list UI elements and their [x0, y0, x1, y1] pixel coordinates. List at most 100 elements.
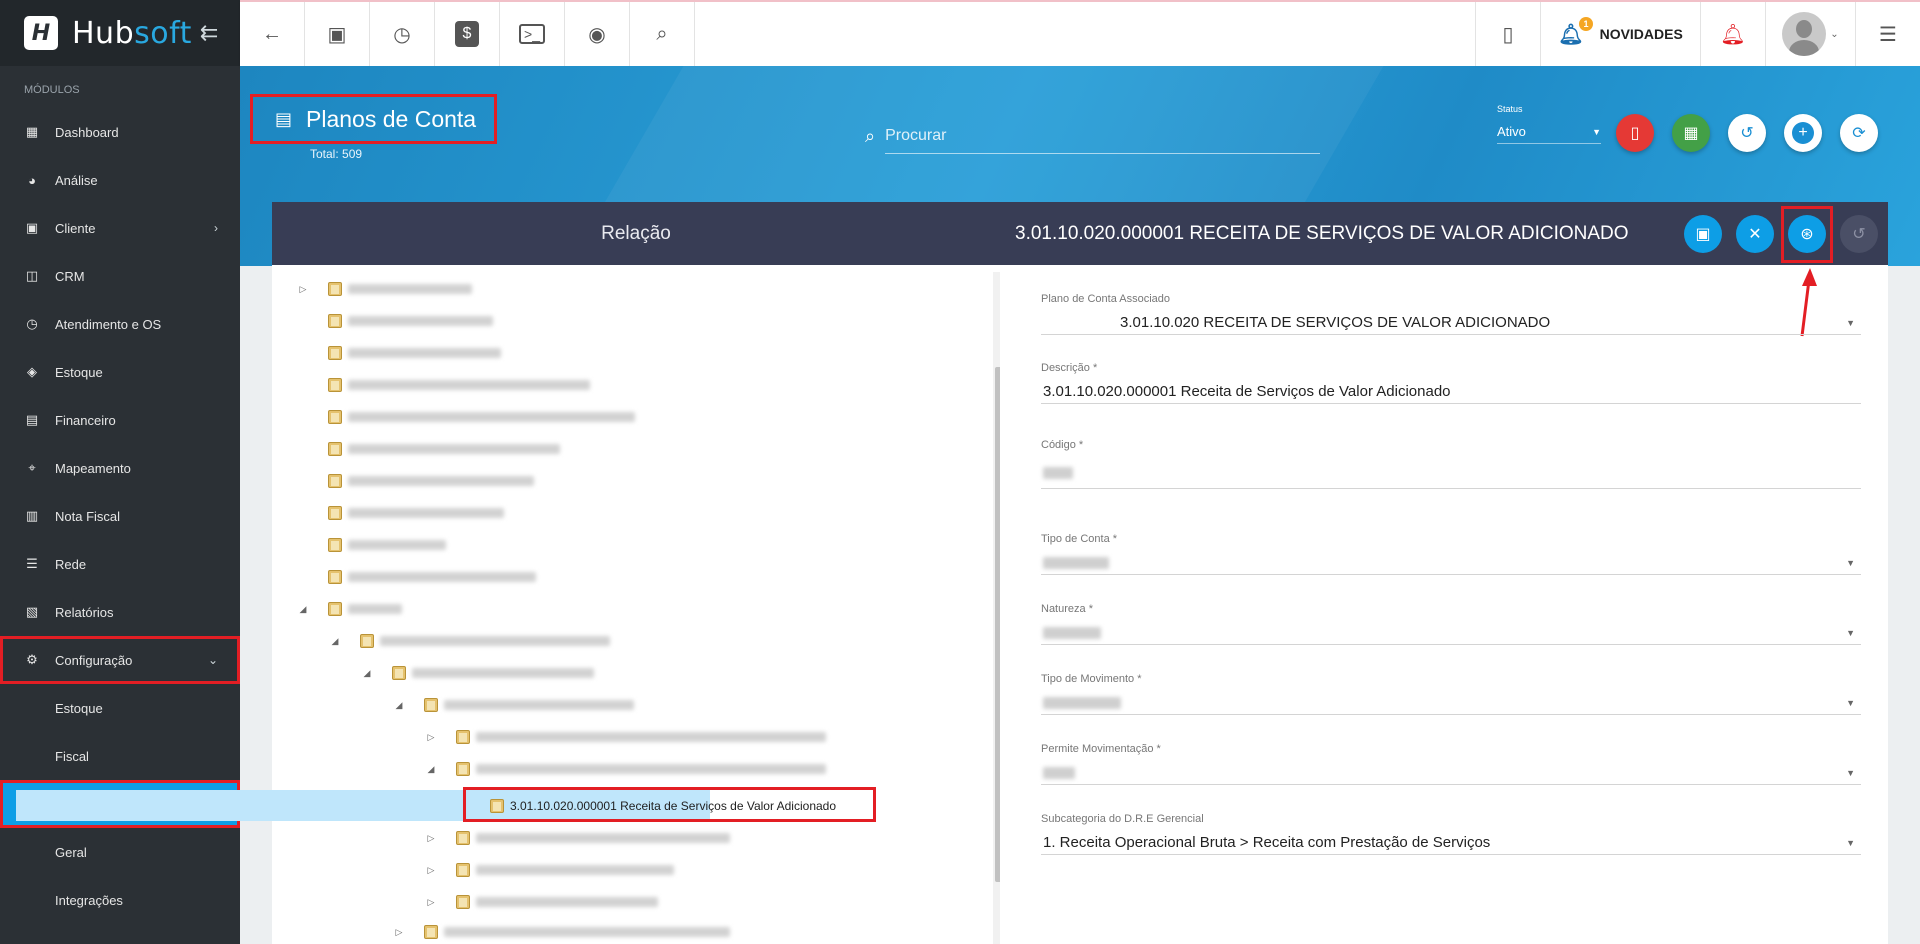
tree-node[interactable] [298, 337, 501, 369]
export-excel-button[interactable]: ▦ [1672, 114, 1710, 152]
natureza-select[interactable]: ▼ [1041, 621, 1861, 645]
back-button[interactable]: ← [240, 2, 305, 66]
sidebar-item-financeiro[interactable]: ▤ Financeiro [0, 396, 240, 444]
calendar-clock-icon: ◷ [26, 316, 38, 331]
expand-icon[interactable]: ▷ [426, 732, 436, 743]
tree-node[interactable]: ▷ [426, 721, 826, 753]
collapse-icon[interactable]: ◢ [426, 764, 436, 775]
history-button[interactable]: ↺ [1840, 215, 1878, 253]
save-button[interactable]: ▣ [1684, 215, 1722, 253]
tree-node[interactable] [298, 305, 493, 337]
sidebar-item-rede[interactable]: ☰ Rede [0, 540, 240, 588]
tree-node[interactable]: ▷ [394, 916, 730, 944]
tree-node[interactable] [298, 529, 446, 561]
blurred-value [1043, 696, 1121, 709]
finance-button[interactable]: $ [435, 2, 500, 66]
tree-node[interactable]: ▷ [426, 886, 658, 918]
tree-node[interactable]: ◢ [330, 625, 610, 657]
sidebar-item-crm[interactable]: ◫ CRM [0, 252, 240, 300]
user-menu[interactable]: ⌄ [1765, 2, 1855, 66]
tree-node[interactable]: ▷ [298, 273, 472, 305]
tree-node[interactable] [298, 369, 590, 401]
sidebar-item-atendimento[interactable]: ◷ Atendimento e OS [0, 300, 240, 348]
tree-node[interactable] [298, 433, 560, 465]
blurred-label [476, 897, 658, 907]
sidebar-item-cliente[interactable]: ▣ Cliente › [0, 204, 240, 252]
expand-icon[interactable]: ▷ [426, 897, 436, 908]
collapse-icon[interactable]: ◢ [330, 636, 340, 647]
permite-movimentacao-select[interactable]: ▼ [1041, 761, 1861, 785]
pdf-icon: ▯ [1630, 125, 1640, 142]
tree-node[interactable]: ◢ [426, 753, 826, 785]
refresh-button[interactable]: ⟳ [1840, 114, 1878, 152]
caret-down-icon: ▼ [1592, 126, 1601, 137]
tree-node[interactable]: ◢ [362, 657, 594, 689]
plano-associado-select[interactable]: 3.01.10.020 RECEITA DE SERVIÇOS DE VALOR… [1041, 311, 1861, 335]
sidebar-sub-estoque[interactable]: Estoque [0, 684, 240, 732]
search-button[interactable]: ⌕ [630, 2, 695, 66]
tree-node[interactable]: ▷ [426, 854, 674, 886]
sidebar-item-nota-fiscal[interactable]: ▥ Nota Fiscal [0, 492, 240, 540]
tree-node[interactable] [298, 465, 534, 497]
refresh-icon: ⟳ [1852, 125, 1866, 142]
menu-button[interactable]: ☰ [1855, 2, 1920, 66]
collapse-icon[interactable]: ◢ [298, 604, 308, 615]
expand-icon[interactable]: ▷ [394, 927, 404, 938]
pdf-button[interactable]: ▯ [1475, 2, 1540, 66]
expand-icon[interactable]: ▷ [426, 865, 436, 876]
chevron-right-icon: › [214, 221, 218, 235]
history-button[interactable]: ↺ [1728, 114, 1766, 152]
sidebar-sub-integracoes[interactable]: Integrações [0, 876, 240, 924]
schedule-button[interactable]: ◷ [370, 2, 435, 66]
cancel-button[interactable]: ✕ [1736, 215, 1774, 253]
codigo-input[interactable] [1041, 457, 1861, 489]
terminal-button[interactable]: >_ [500, 2, 565, 66]
export-pdf-button[interactable]: ▯ [1616, 114, 1654, 152]
blurred-label [444, 700, 634, 710]
tipo-conta-select[interactable]: ▼ [1041, 551, 1861, 575]
box-icon: ◈ [27, 364, 37, 379]
contact-button[interactable]: ▣ [305, 2, 370, 66]
sidebar-item-configuracao[interactable]: ⚙ Configuração ⌄ [0, 636, 240, 684]
selected-node-highlight [463, 787, 876, 822]
eye-icon: ◉ [588, 23, 606, 46]
tree-node[interactable]: ▷ [426, 822, 730, 854]
add-button[interactable]: + [1784, 114, 1822, 152]
calendar-clock-icon: ◷ [393, 23, 411, 46]
expand-icon[interactable]: ▷ [426, 833, 436, 844]
sidebar-item-relatorios[interactable]: ▧ Relatórios [0, 588, 240, 636]
detail-panel-header: 3.01.10.020.000001 RECEITA DE SERVIÇOS D… [1000, 202, 1888, 265]
tree-node[interactable] [298, 401, 635, 433]
tree-node[interactable] [298, 497, 504, 529]
sidebar-item-estoque[interactable]: ◈ Estoque [0, 348, 240, 396]
alarm-bell-icon: 🔔︎ [1720, 23, 1746, 46]
news-button[interactable]: 🔔︎ 1 NOVIDADES [1540, 2, 1700, 66]
kanban-icon: ◫ [25, 268, 39, 283]
view-button[interactable]: ◉ [565, 2, 630, 66]
tipo-movimento-select[interactable]: ▼ [1041, 691, 1861, 715]
blurred-label [476, 732, 826, 742]
sidebar-item-analise[interactable]: ◕ Análise [0, 156, 240, 204]
tree-node[interactable]: ◢ [394, 689, 634, 721]
collapse-icon[interactable]: ◢ [362, 668, 372, 679]
gear-icon: ⚙ [26, 652, 38, 667]
sidebar-item-dashboard[interactable]: ▦ Dashboard [0, 108, 240, 156]
collapse-icon[interactable]: ◢ [394, 700, 404, 711]
sidebar-sub-fiscal[interactable]: Fiscal [0, 732, 240, 780]
tree-node[interactable] [298, 561, 536, 593]
expand-icon[interactable]: ▷ [298, 284, 308, 295]
sidebar-item-mapeamento[interactable]: ⌖ Mapeamento [0, 444, 240, 492]
blurred-label [348, 572, 536, 582]
alarm-button[interactable]: 🔔︎ [1700, 2, 1765, 66]
sidebar-sub-mapeamento[interactable]: Mapeamento [0, 924, 240, 944]
tree-node[interactable]: ◢ [298, 593, 402, 625]
search-input[interactable] [885, 118, 1320, 154]
subcategoria-dre-select[interactable]: 1. Receita Operacional Bruta > Receita c… [1041, 831, 1861, 855]
search-bar: ⌕ [865, 118, 1320, 154]
folder-icon [424, 925, 438, 939]
blurred-value [1043, 766, 1075, 779]
descricao-input[interactable]: 3.01.10.020.000001 Receita de Serviços d… [1041, 380, 1861, 404]
collapse-sidebar-icon[interactable]: ⇇ [200, 20, 218, 46]
status-select[interactable]: Ativo ▼ [1497, 120, 1601, 144]
sidebar-sub-geral[interactable]: Geral [0, 828, 240, 876]
